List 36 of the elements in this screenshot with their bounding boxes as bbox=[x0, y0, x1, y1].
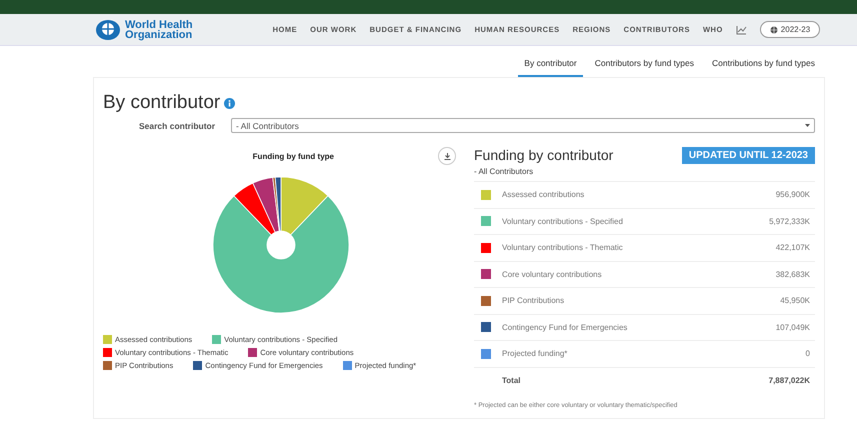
fund-type-label: Voluntary contributions - Thematic bbox=[502, 243, 623, 252]
amount-value: 0 bbox=[806, 349, 810, 358]
panel-title: Funding by contributor bbox=[474, 147, 614, 163]
tab[interactable]: Contributions by fund types bbox=[706, 53, 821, 77]
amount-value: 382,683K bbox=[776, 270, 810, 279]
page-title: By contributor bbox=[103, 92, 220, 114]
panel-subtitle: - All Contributors bbox=[474, 167, 534, 176]
tab[interactable]: Contributors by fund types bbox=[588, 53, 700, 77]
amount-value: 107,049K bbox=[776, 322, 810, 332]
total-label: Total bbox=[502, 376, 521, 385]
globe-emblem-icon bbox=[95, 18, 121, 40]
period-selector[interactable]: 2022-23 bbox=[760, 21, 820, 38]
logo-text: Organization bbox=[125, 30, 193, 40]
fund-type-label: Voluntary contributions - Specified bbox=[502, 216, 623, 226]
download-button[interactable] bbox=[438, 147, 456, 165]
contributor-select[interactable]: - All Contributors bbox=[231, 118, 815, 133]
logo-text: World Health bbox=[125, 20, 193, 30]
tab[interactable]: By contributor bbox=[518, 53, 583, 77]
search-label: Search contributor bbox=[139, 120, 216, 130]
fund-type-label: Projected funding* bbox=[502, 349, 568, 358]
amount-value: 956,900K bbox=[776, 190, 810, 200]
amount-value: 45,950K bbox=[780, 296, 810, 306]
updated-badge: UPDATED UNTIL 12-2023 bbox=[682, 147, 815, 164]
fund-type-label: Contingency Fund for Emergencies bbox=[502, 322, 628, 332]
line-chart-icon[interactable] bbox=[736, 24, 747, 34]
caret-icon bbox=[805, 124, 810, 128]
chart-title: Funding by fund type bbox=[252, 152, 334, 160]
fund-type-label: Core voluntary contributions bbox=[502, 270, 602, 279]
amount-value: 5,972,333K bbox=[769, 216, 810, 226]
fund-type-label: Assessed contributions bbox=[502, 190, 584, 200]
info-icon[interactable] bbox=[224, 98, 236, 108]
total-value: 7,887,022K bbox=[768, 376, 810, 385]
globe-icon bbox=[770, 26, 778, 34]
download-icon bbox=[444, 152, 450, 160]
amount-value: 422,107K bbox=[776, 243, 810, 252]
fund-type-label: PIP Contributions bbox=[502, 296, 564, 306]
